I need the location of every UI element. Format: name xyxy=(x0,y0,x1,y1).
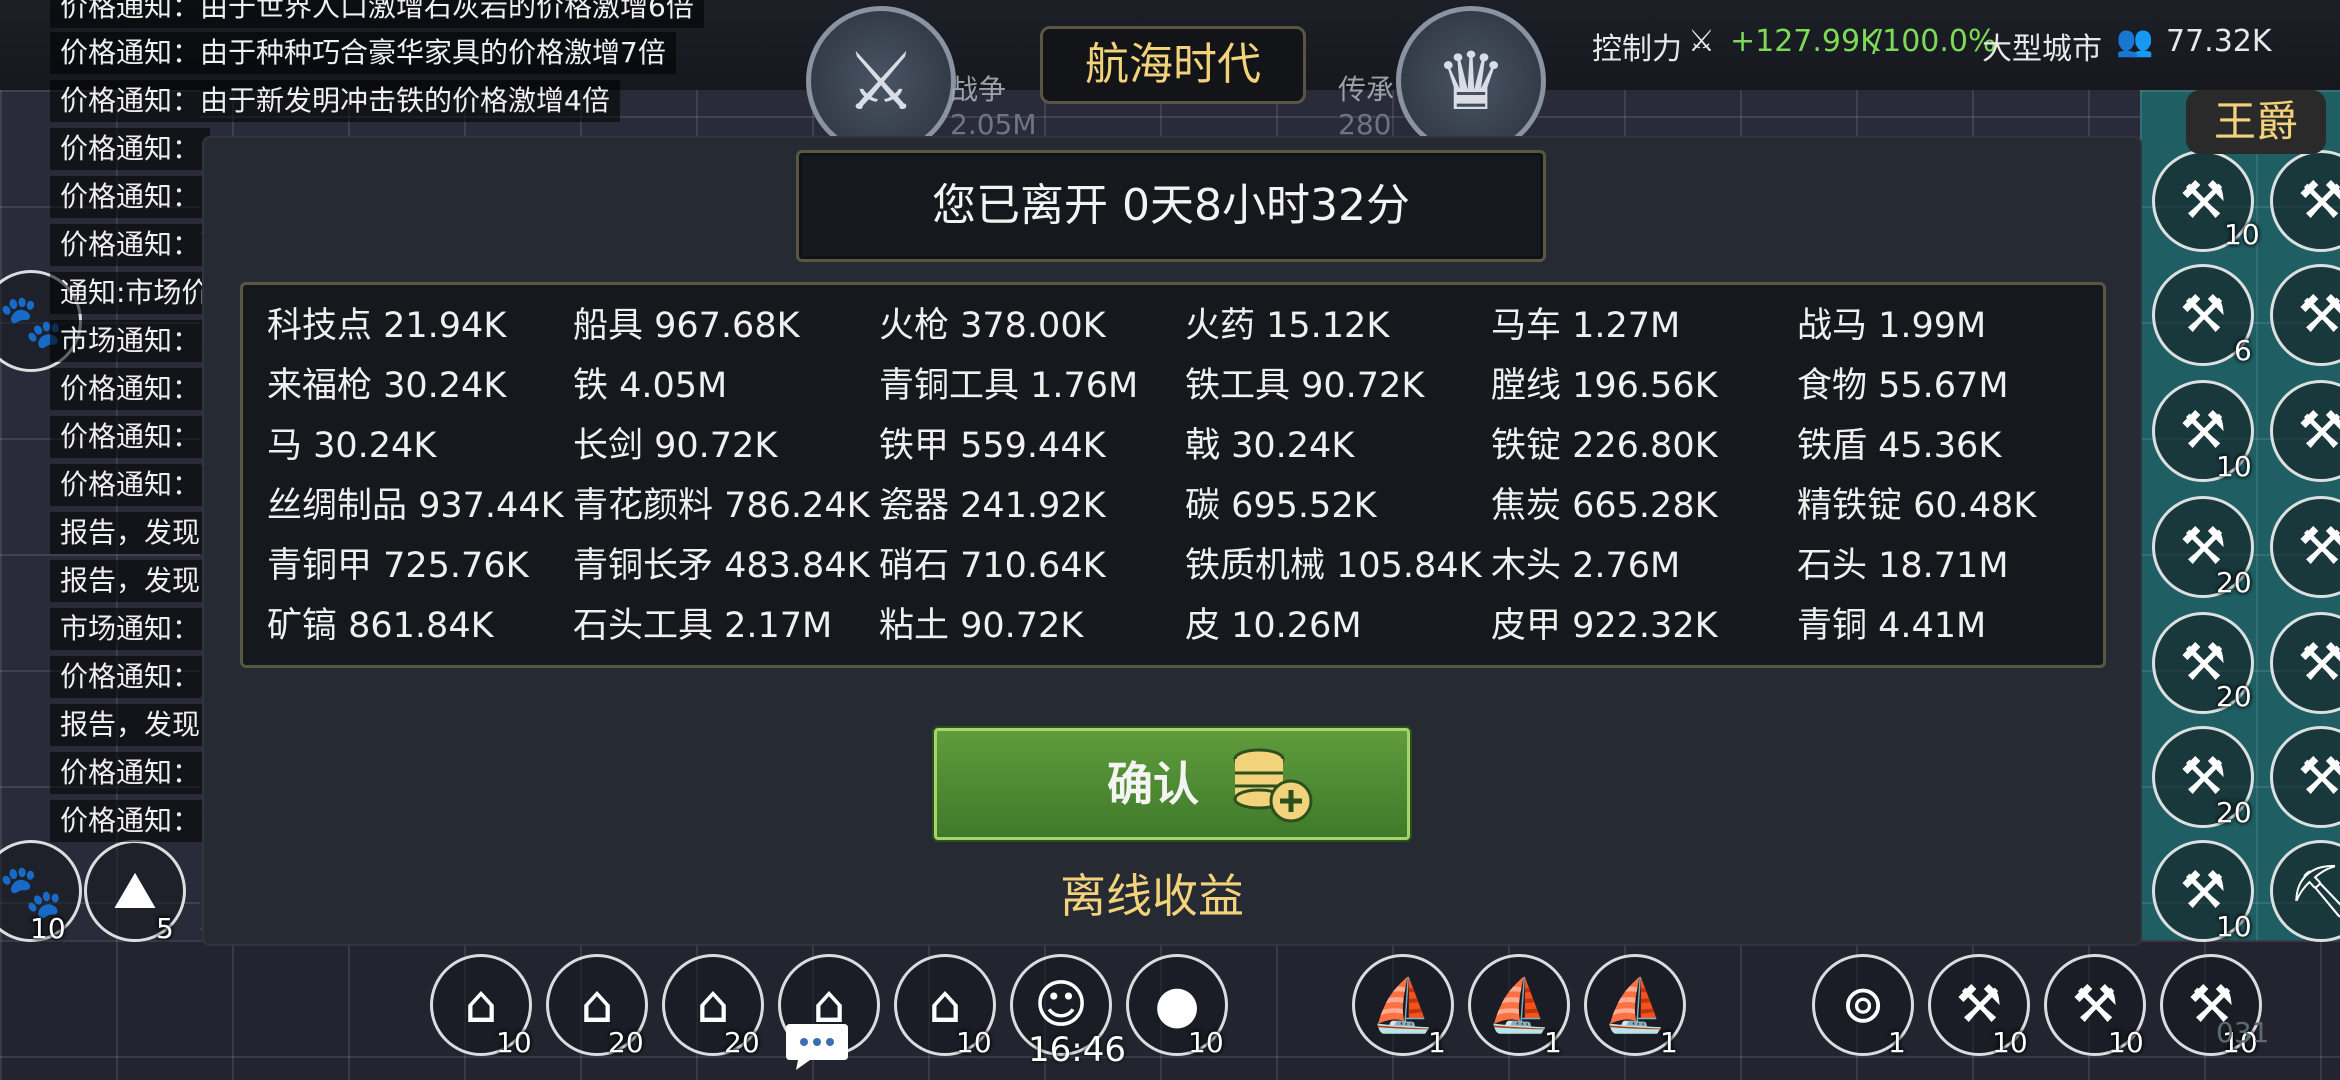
resource-item: 矿镐 861.84K xyxy=(267,606,494,646)
resource-item: 马车 1.27M xyxy=(1491,306,1681,346)
resource-item: 科技点 21.94K xyxy=(267,306,507,346)
resource-item: 船具 967.68K xyxy=(573,306,800,346)
control-label: 控制力 xyxy=(1592,32,1682,67)
notification-item[interactable]: 价格通知： xyxy=(50,128,211,170)
resource-item: 精铁锭 60.48K xyxy=(1797,486,2037,526)
tile-count: 20 xyxy=(2216,566,2252,599)
away-duration-text: 您已离开 0天8小时32分 xyxy=(796,150,1546,262)
war-label: 战争 xyxy=(950,73,1007,106)
war-value: 2.05M xyxy=(950,108,1037,141)
resource-item: 膛线 196.56K xyxy=(1491,366,1718,406)
resource-item: 铁工具 90.72K xyxy=(1185,366,1425,406)
resource-item: 粘土 90.72K xyxy=(879,606,1084,646)
offline-earnings-label: 离线收益 xyxy=(1060,869,1244,923)
resource-item: 铁甲 559.44K xyxy=(879,426,1106,466)
resource-item: 铁盾 45.36K xyxy=(1797,426,2002,466)
notification-item[interactable]: 价格通知： xyxy=(50,464,211,506)
notification-item[interactable]: 价格通知： xyxy=(50,800,211,842)
notification-item[interactable]: 价格通知： xyxy=(50,416,211,458)
resource-item: 青铜甲 725.76K xyxy=(267,546,529,586)
tile-count: 10 xyxy=(1188,1026,1224,1059)
confirm-button-label: 确认 xyxy=(1107,757,1199,811)
tile-count: 1 xyxy=(1428,1026,1446,1059)
resource-item: 长剑 90.72K xyxy=(573,426,778,466)
resource-item: 碳 695.52K xyxy=(1185,486,1377,526)
resource-item: 瓷器 241.92K xyxy=(879,486,1106,526)
war-crossed-swords-icon[interactable]: ⚔ xyxy=(806,6,956,156)
resource-item: 皮甲 922.32K xyxy=(1491,606,1718,646)
tile-count: 1 xyxy=(1544,1026,1562,1059)
control-percent: /100.0% xyxy=(1872,24,1997,59)
chat-icon[interactable] xyxy=(782,1018,852,1074)
resource-item: 铁质机械 105.84K xyxy=(1185,546,1482,586)
tile-count: 5 xyxy=(156,912,174,945)
resource-item: 焦炭 665.28K xyxy=(1491,486,1718,526)
resource-item: 青铜 4.41M xyxy=(1797,606,1987,646)
resource-item: 青铜工具 1.76M xyxy=(879,366,1139,406)
tile-count: 6 xyxy=(2234,334,2252,367)
rank-badge[interactable]: 王爵 xyxy=(2186,90,2326,154)
tile-count: 1 xyxy=(1660,1026,1678,1059)
resource-item: 火枪 378.00K xyxy=(879,306,1106,346)
resource-item: 战马 1.99M xyxy=(1797,306,1987,346)
resource-item: 马 30.24K xyxy=(267,426,437,466)
tile-count: 10 xyxy=(496,1026,532,1059)
crown-icon[interactable]: ♛ xyxy=(1396,6,1546,156)
tile-count: 10 xyxy=(2108,1026,2144,1059)
resource-item: 木头 2.76M xyxy=(1491,546,1681,586)
tile-count: 10 xyxy=(1992,1026,2028,1059)
resource-item: 皮 10.26M xyxy=(1185,606,1362,646)
tile-count: 10 xyxy=(30,912,66,945)
resource-item: 火药 15.12K xyxy=(1185,306,1390,346)
notification-item[interactable]: 报告，发现 xyxy=(50,704,211,746)
tile-count: 10 xyxy=(2224,218,2260,251)
tile-count: 20 xyxy=(2216,680,2252,713)
resource-item: 铁锭 226.80K xyxy=(1491,426,1718,466)
resource-item: 来福枪 30.24K xyxy=(267,366,507,406)
coins-plus-icon xyxy=(1233,748,1313,823)
notification-item[interactable]: 价格通知： xyxy=(50,656,211,698)
notification-item[interactable]: 报告，发现 xyxy=(50,512,211,554)
tile-count: 1 xyxy=(1888,1026,1906,1059)
heritage-value: 280 xyxy=(1338,108,1392,141)
notification-item[interactable]: 价格通知： xyxy=(50,176,211,218)
tile-count: 10 xyxy=(2216,450,2252,483)
notification-item[interactable]: 价格通知：由于新发明冲击铁的价格激增4倍 xyxy=(50,80,620,122)
resource-item: 丝绸制品 937.44K xyxy=(267,486,564,526)
game-clock: 16:46 xyxy=(1028,1030,1126,1070)
notification-item[interactable]: 市场通知： xyxy=(50,320,211,362)
heritage-label: 传承 xyxy=(1338,73,1395,106)
notification-item[interactable]: 价格通知：由于世界人口激增石灰岩的价格激增6倍 xyxy=(50,0,704,28)
tile-count: 10 xyxy=(2216,910,2252,943)
notification-item[interactable]: 报告，发现 xyxy=(50,560,211,602)
version-text: 031 xyxy=(2216,1016,2270,1049)
resource-item: 硝石 710.64K xyxy=(879,546,1106,586)
notification-item[interactable]: 通知:市场价 xyxy=(50,272,220,314)
notification-item[interactable]: 价格通知： xyxy=(50,368,211,410)
notification-item[interactable]: 价格通知： xyxy=(50,752,211,794)
swords-icon: ⚔ xyxy=(1688,24,1715,59)
resource-item: 石头 18.71M xyxy=(1797,546,2009,586)
confirm-button[interactable]: 确认 xyxy=(934,728,1410,840)
resource-item: 石头工具 2.17M xyxy=(573,606,833,646)
notification-item[interactable]: 价格通知： xyxy=(50,224,211,266)
resource-item: 青花颜料 786.24K xyxy=(573,486,870,526)
tile-count: 20 xyxy=(724,1026,760,1059)
population-value: 77.32K xyxy=(2166,24,2272,59)
resource-item: 戟 30.24K xyxy=(1185,426,1355,466)
resource-item: 食物 55.67M xyxy=(1797,366,2009,406)
tile-count: 10 xyxy=(956,1026,992,1059)
population-icon: 👥 xyxy=(2116,24,2154,59)
resource-item: 铁 4.05M xyxy=(573,366,728,406)
tile-count: 20 xyxy=(608,1026,644,1059)
city-type: 大型城市 xyxy=(1982,32,2102,67)
era-title[interactable]: 航海时代 xyxy=(1040,26,1306,104)
resource-list: 科技点 21.94K 船具 967.68K 火枪 378.00K 火药 15.1… xyxy=(240,282,2106,668)
notification-item[interactable]: 价格通知：由于种种巧合豪华家具的价格激增7倍 xyxy=(50,32,676,74)
notification-item[interactable]: 市场通知： xyxy=(50,608,211,650)
resource-item: 青铜长矛 483.84K xyxy=(573,546,870,586)
tile-count: 20 xyxy=(2216,796,2252,829)
control-value: +127.99K xyxy=(1730,24,1880,59)
